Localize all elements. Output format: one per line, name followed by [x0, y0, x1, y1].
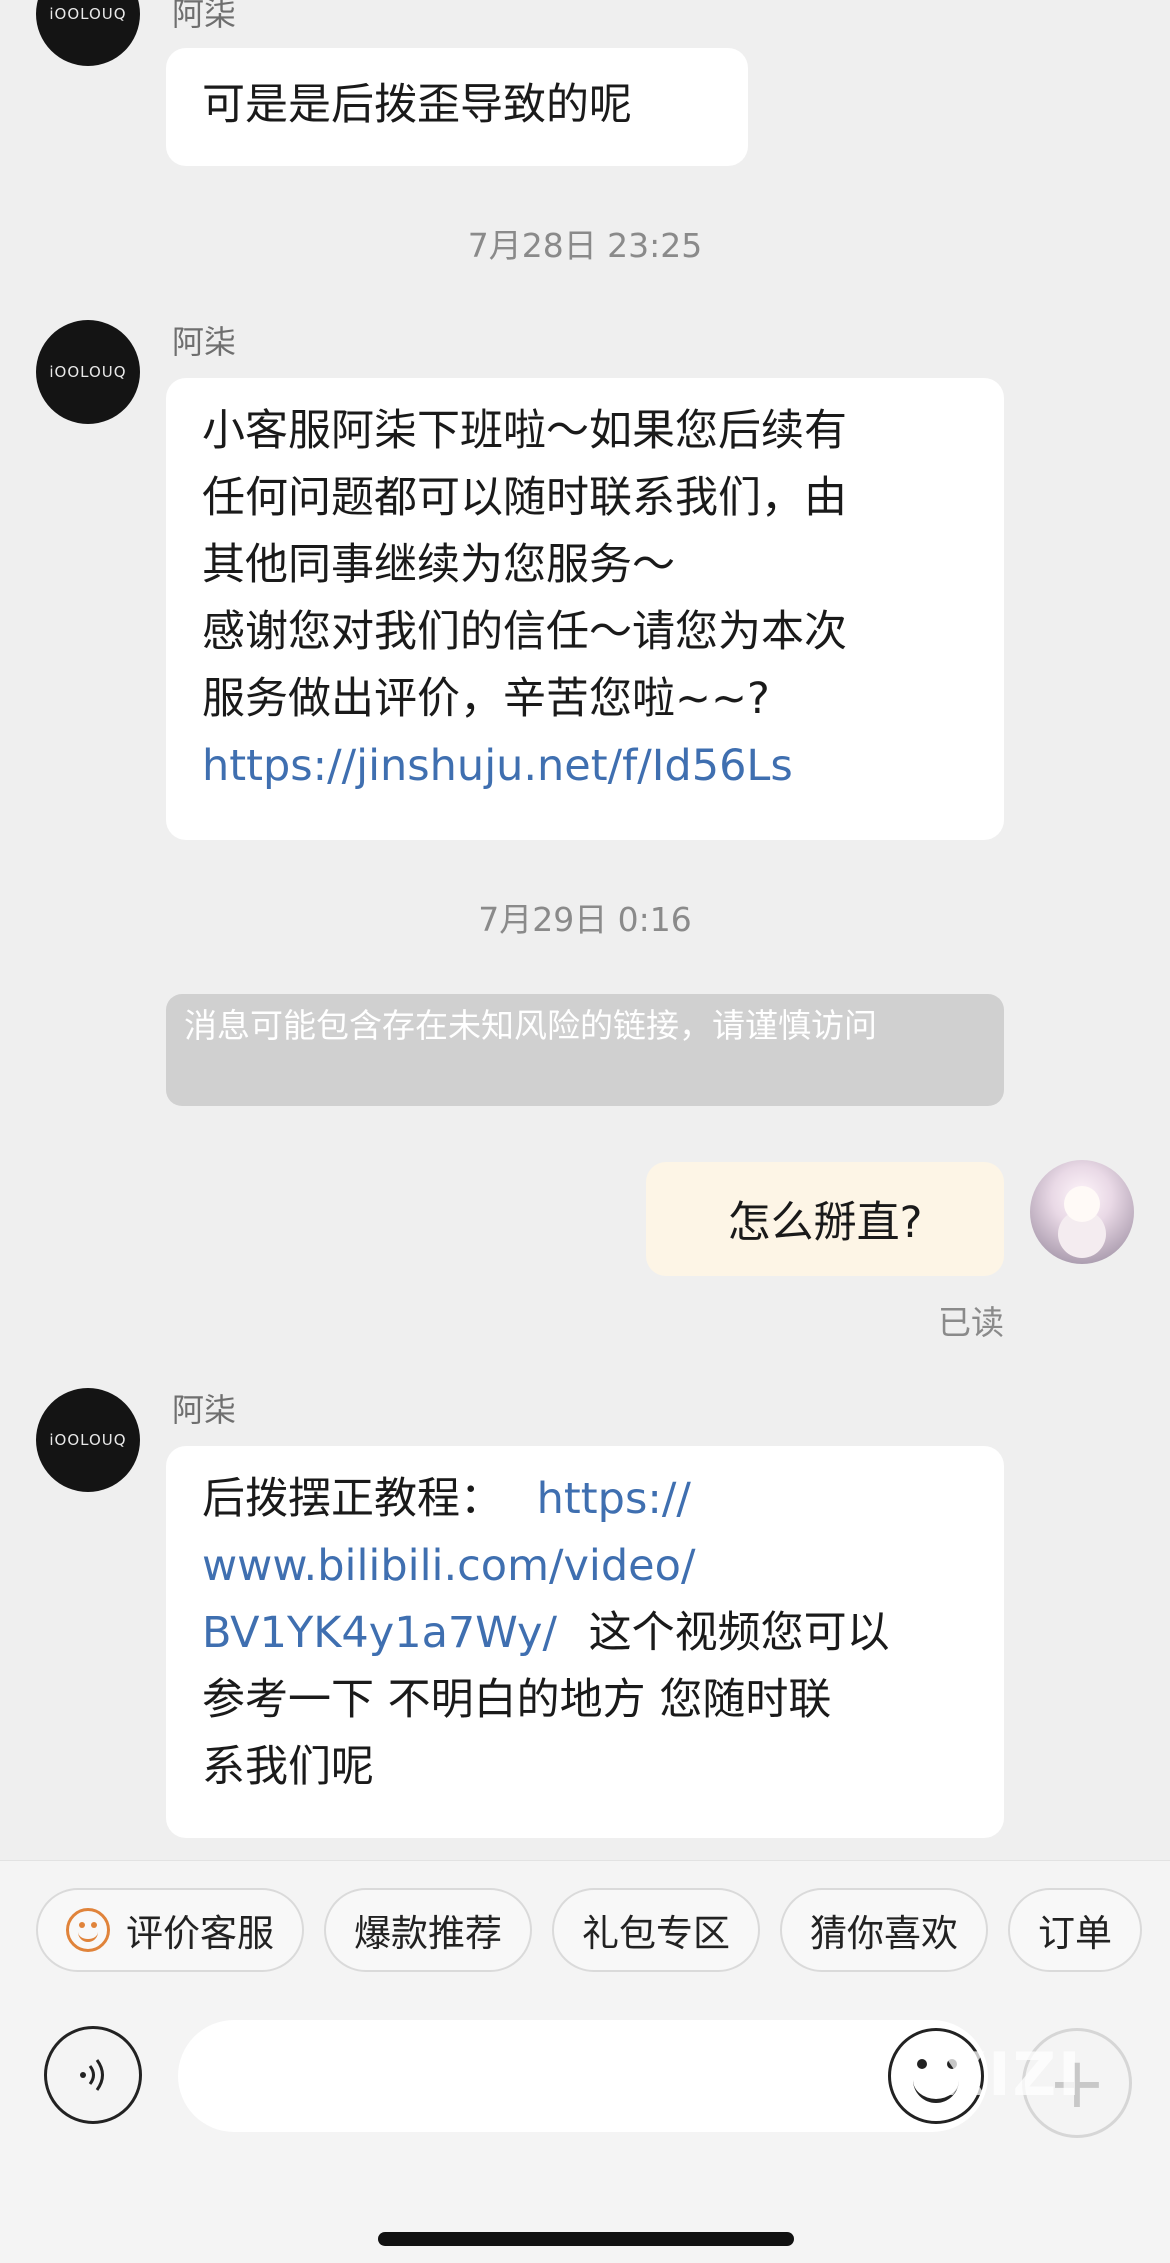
chip-label: 评价客服 — [126, 1912, 274, 1955]
message-line: 系我们呢 — [202, 1742, 374, 1792]
chip-label: 礼包专区 — [582, 1912, 730, 1955]
sender-name: 阿柒 — [172, 1391, 237, 1429]
home-indicator — [378, 2232, 794, 2246]
quick-reply-guess[interactable]: 猜你喜欢 — [780, 1888, 988, 1972]
message-bubble[interactable]: 后拨摆正教程： https:// www.bilibili.com/video/… — [166, 1446, 1004, 1838]
my-avatar[interactable] — [1030, 1160, 1134, 1264]
message-line: 任何问题都可以随时联系我们，由 — [202, 473, 847, 523]
avatar-figure — [1064, 1186, 1100, 1222]
message-bubble[interactable]: 小客服阿柒下班啦～如果您后续有 任何问题都可以随时联系我们，由 其他同事继续为您… — [166, 378, 1004, 840]
chat-area[interactable]: iOOLOUQ 阿柒 可是是后拨歪导致的呢 7月28日 23:25 iOOLOU… — [0, 0, 1170, 1860]
divider — [0, 1860, 1170, 1861]
watermark: XIZI — [940, 2040, 1083, 2110]
video-link[interactable]: BV1YK4y1a7Wy/ — [202, 1608, 557, 1658]
quick-reply-rate-service[interactable]: 评价客服 — [36, 1888, 304, 1972]
message-text: 这个视频您可以 — [588, 1608, 890, 1658]
risk-warning-notice: 消息可能包含存在未知风险的链接，请谨慎访问 — [166, 994, 1004, 1106]
voice-icon[interactable] — [44, 2026, 142, 2124]
agent-avatar[interactable]: iOOLOUQ — [36, 1388, 140, 1492]
video-link[interactable]: www.bilibili.com/video/ — [202, 1533, 968, 1600]
voice-wave-icon — [80, 2059, 104, 2091]
timestamp: 7月29日 0:16 — [478, 900, 692, 939]
quick-reply-hot[interactable]: 爆款推荐 — [324, 1888, 532, 1972]
message-line: 感谢您对我们的信任～请您为本次 — [202, 607, 847, 657]
video-link[interactable]: https:// — [537, 1474, 691, 1524]
message-input[interactable] — [178, 2020, 988, 2132]
bottom-panel: 评价客服 爆款推荐 礼包专区 猜你喜欢 订单 + XIZI — [0, 1860, 1170, 2263]
agent-avatar[interactable]: iOOLOUQ — [36, 320, 140, 424]
message-line: 小客服阿柒下班啦～如果您后续有 — [202, 406, 847, 456]
chip-label: 猜你喜欢 — [810, 1912, 958, 1955]
agent-avatar[interactable]: iOOLOUQ — [36, 0, 140, 66]
message-text: 可是是后拨歪导致的呢 — [202, 80, 632, 130]
avatar-logo-text: iOOLOUQ — [49, 1431, 127, 1449]
message-bubble[interactable]: 可是是后拨歪导致的呢 — [166, 48, 748, 166]
avatar-logo-text: iOOLOUQ — [49, 363, 127, 381]
quick-reply-bar[interactable]: 评价客服 爆款推荐 礼包专区 猜你喜欢 订单 — [36, 1888, 1142, 1974]
avatar-logo-text: iOOLOUQ — [49, 5, 127, 23]
message-line: 服务做出评价，辛苦您啦~~? — [202, 674, 770, 724]
message-text: 后拨摆正教程： — [202, 1474, 503, 1524]
chip-label: 订单 — [1038, 1912, 1112, 1955]
chip-label: 爆款推荐 — [354, 1912, 502, 1955]
quick-reply-order[interactable]: 订单 — [1008, 1888, 1142, 1972]
timestamp: 7月28日 23:25 — [467, 226, 703, 265]
message-line: 参考一下 不明白的地方 您随时联 — [202, 1675, 832, 1725]
message-text: 怎么掰直? — [727, 1198, 923, 1248]
survey-link[interactable]: https://jinshuju.net/f/Id56Ls — [202, 733, 968, 800]
sender-name: 阿柒 — [172, 0, 237, 33]
smile-icon — [66, 1908, 110, 1952]
sender-name: 阿柒 — [172, 323, 237, 361]
message-line: 其他同事继续为您服务～ — [202, 540, 675, 590]
quick-reply-gift[interactable]: 礼包专区 — [552, 1888, 760, 1972]
my-message-bubble[interactable]: 怎么掰直? — [646, 1162, 1004, 1276]
read-receipt: 已读 — [938, 1303, 1004, 1342]
